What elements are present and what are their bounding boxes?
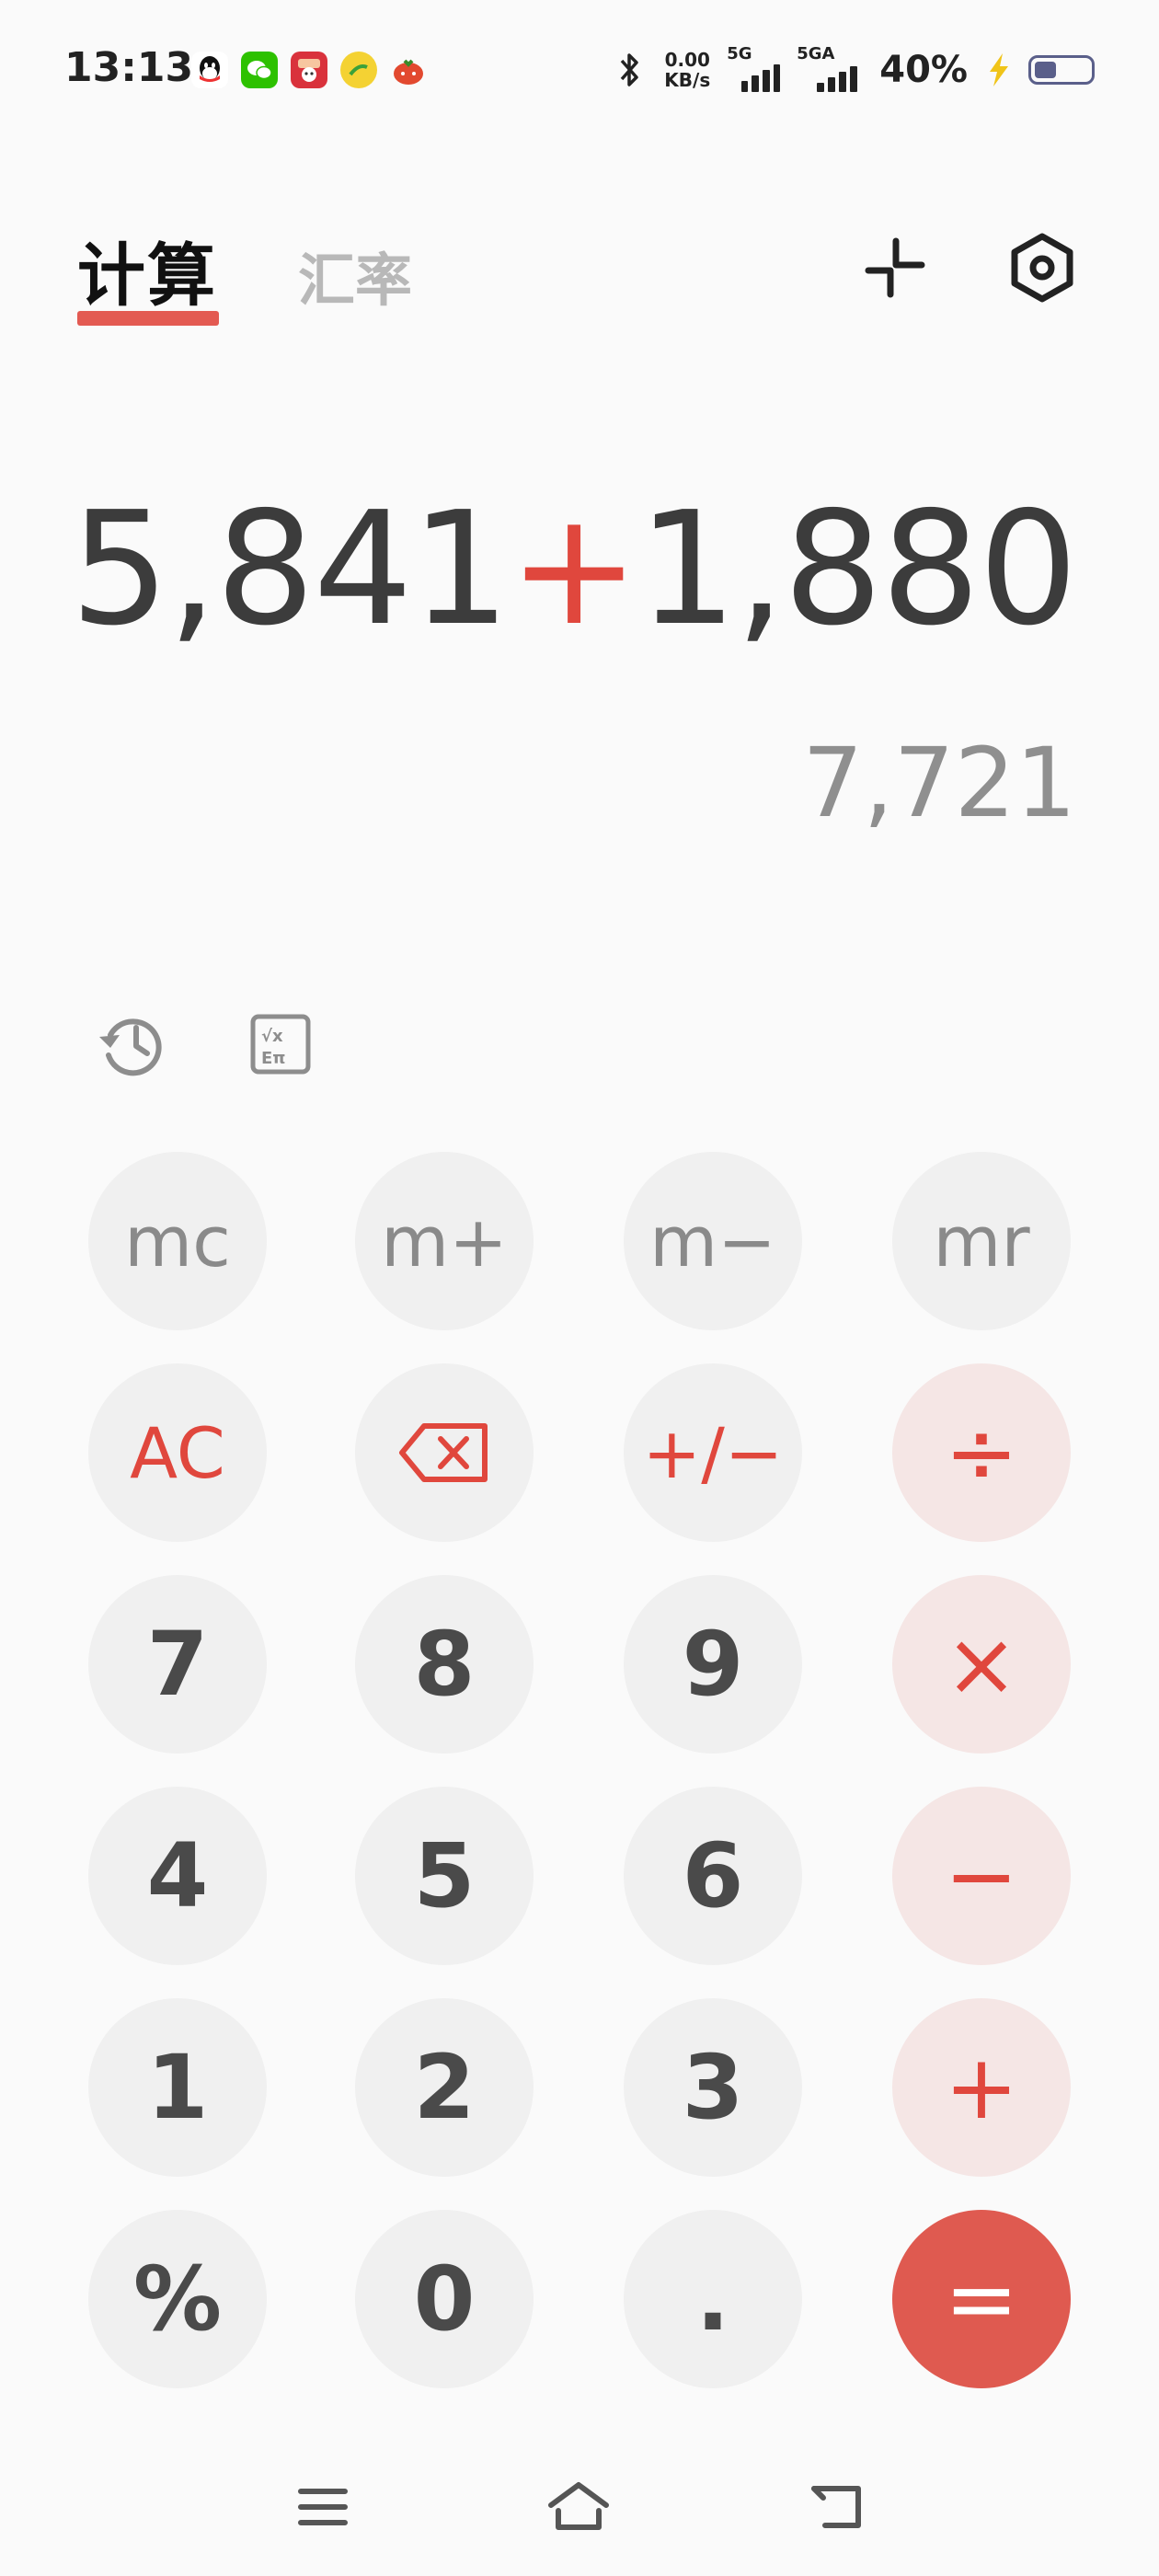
scientific-calculator-icon: √x Eπ [250, 1014, 311, 1075]
digit-1-button[interactable]: 1 [88, 1998, 267, 2177]
back-icon [811, 2486, 861, 2528]
charging-bolt-icon [990, 53, 1008, 86]
operand-left: 5,841 [70, 478, 511, 661]
memory-clear-button[interactable]: mc [88, 1152, 267, 1330]
notification-icons [191, 52, 427, 88]
bluetooth-icon [620, 53, 639, 86]
signal-5g-icon: 5G [727, 44, 781, 92]
backspace-button[interactable] [355, 1363, 534, 1542]
all-clear-button[interactable]: AC [88, 1363, 267, 1542]
memory-recall-button[interactable]: mr [892, 1152, 1071, 1330]
status-indicators: 0.00 KB/s 5G 5GA 40% [611, 44, 1095, 92]
nav-home-button[interactable] [537, 2466, 620, 2548]
percent-button[interactable]: % [88, 2210, 267, 2388]
digit-9-button[interactable]: 9 [624, 1575, 802, 1754]
divide-button[interactable]: ÷ [892, 1363, 1071, 1542]
decimal-point-button[interactable]: . [624, 2210, 802, 2388]
digit-8-button[interactable]: 8 [355, 1575, 534, 1754]
signal-5ga-label: 5GA [797, 44, 835, 63]
add-button[interactable]: + [892, 1998, 1071, 2177]
battery-fill [1035, 62, 1056, 78]
status-time: 13:13 [64, 44, 194, 91]
settings-button[interactable] [1001, 226, 1084, 309]
collapse-icon [865, 237, 925, 298]
scientific-mode-button[interactable]: √x Eπ [239, 1003, 322, 1086]
qq-icon [191, 52, 228, 88]
digit-0-button[interactable]: 0 [355, 2210, 534, 2388]
subtract-button[interactable]: − [892, 1787, 1071, 1965]
home-icon [548, 2482, 609, 2530]
digit-2-button[interactable]: 2 [355, 1998, 534, 2177]
equals-button[interactable]: = [892, 2210, 1071, 2388]
expression-operator: + [508, 478, 639, 661]
digit-5-button[interactable]: 5 [355, 1787, 534, 1965]
status-bar: 13:13 0.00 KB/s 5G 5GA 40% [0, 0, 1159, 138]
wechat-icon [241, 52, 278, 88]
nav-back-button[interactable] [795, 2466, 878, 2548]
tab-exchange-rate[interactable]: 汇率 [298, 234, 412, 316]
expression-display: 5,841+1,880 [70, 478, 1078, 661]
nav-menu-button[interactable] [281, 2466, 364, 2548]
digit-4-button[interactable]: 4 [88, 1787, 267, 1965]
svg-text:Eπ: Eπ [261, 1049, 286, 1068]
tomato-app-icon [390, 52, 427, 88]
operand-right: 1,880 [637, 478, 1078, 661]
active-tab-indicator [77, 311, 219, 326]
menu-icon [298, 2489, 348, 2525]
digit-6-button[interactable]: 6 [624, 1787, 802, 1965]
network-speed-unit: KB/s [664, 69, 711, 91]
backspace-icon [399, 1423, 488, 1482]
tab-calculator[interactable]: 计算 [77, 221, 217, 319]
network-speed: 0.00 KB/s [664, 50, 710, 90]
signal-5g-label: 5G [727, 44, 752, 63]
memory-subtract-button[interactable]: m− [624, 1152, 802, 1330]
battery-icon [1028, 55, 1095, 85]
multiply-button[interactable]: × [892, 1575, 1071, 1754]
svg-text:√x: √x [261, 1027, 283, 1046]
memory-add-button[interactable]: m+ [355, 1152, 534, 1330]
history-button[interactable] [90, 1003, 173, 1086]
game-app-icon [291, 52, 327, 88]
digit-7-button[interactable]: 7 [88, 1575, 267, 1754]
history-icon [99, 1018, 162, 1076]
network-speed-value: 0.00 [664, 49, 710, 71]
minimize-window-button[interactable] [854, 226, 936, 309]
sign-toggle-button[interactable]: +/− [624, 1363, 802, 1542]
digit-3-button[interactable]: 3 [624, 1998, 802, 2177]
result-display: 7,721 [802, 727, 1076, 839]
signal-5ga-icon: 5GA [797, 44, 863, 92]
settings-icon [1011, 233, 1073, 303]
browser-app-icon [340, 52, 377, 88]
battery-percent: 40% [879, 49, 968, 91]
